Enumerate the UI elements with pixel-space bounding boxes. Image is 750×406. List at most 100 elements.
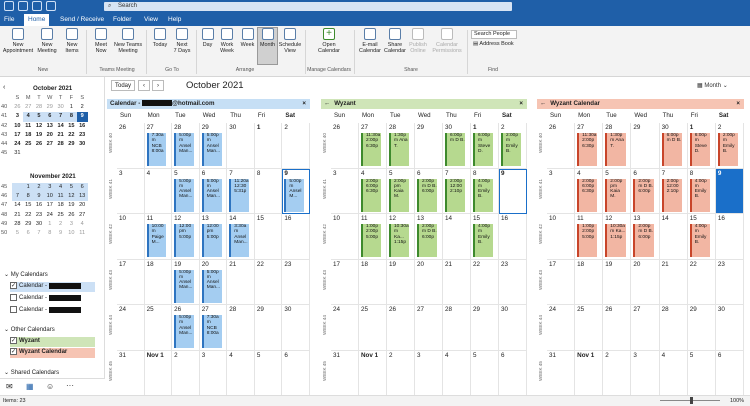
day-cell[interactable]: 21 — [227, 259, 255, 305]
day-cell[interactable]: 23 — [715, 259, 744, 305]
mini-day[interactable]: 14 — [55, 122, 66, 131]
calendar-event[interactable]: 4:00p m Emily B. — [473, 178, 494, 212]
day-cell[interactable]: 2 — [603, 350, 632, 396]
other-calendars-group[interactable]: ⌄ Other Calendars — [4, 326, 104, 336]
mini-day[interactable]: 4 — [77, 220, 88, 229]
day-cell[interactable]: Nov 1 — [575, 350, 604, 396]
mini-day[interactable]: 10 — [44, 192, 56, 202]
day-cell[interactable]: 27 — [415, 305, 443, 351]
day-cell[interactable]: 5 — [254, 350, 283, 396]
day-cell[interactable]: 22 — [687, 259, 716, 305]
mini-day[interactable]: 9 — [33, 192, 45, 202]
next-7-days-button[interactable]: Next 7 Days — [171, 28, 193, 54]
day-cell[interactable]: 2 — [387, 350, 415, 396]
day-cell[interactable]: 3 — [547, 168, 576, 214]
day-cell[interactable]: 23 — [499, 259, 527, 305]
new-appointment-button[interactable]: New Appointment — [2, 28, 34, 54]
day-cell[interactable]: 14 — [443, 214, 471, 260]
calendar-event[interactable]: 5:00p m Ansel Man... — [174, 269, 194, 303]
calendar-event[interactable]: 5:00p m Ansel Man... — [174, 133, 194, 166]
calendar-event[interactable]: 5:00p m Ansel Man... — [174, 315, 194, 348]
mini-day[interactable]: 5 — [33, 112, 45, 122]
day-cell[interactable]: 6 — [282, 350, 310, 396]
calendar-event[interactable]: 6:00p m Steve D. — [473, 133, 494, 166]
calendar-event[interactable]: 11:20a 12:30 5:31p — [229, 178, 250, 212]
mini-day[interactable]: 11 — [77, 229, 88, 238]
mini-day[interactable]: 6 — [76, 183, 88, 193]
day-cell[interactable]: 4 — [443, 350, 471, 396]
calendar-item-3[interactable]: Calendar - — [10, 306, 95, 316]
day-cell[interactable]: 18 — [359, 259, 387, 305]
mini-day[interactable]: 15 — [23, 201, 34, 210]
calendar-event[interactable]: 2:00p m Emily B. — [501, 133, 522, 166]
day-cell[interactable]: 1 — [254, 123, 283, 169]
mini-day[interactable]: 16 — [34, 201, 45, 210]
day-cell[interactable]: 18 — [144, 259, 173, 305]
day-cell[interactable]: 22 — [254, 259, 283, 305]
calendar-event[interactable]: 10:30a m Ka... 1:15p — [389, 224, 410, 257]
calendar-event[interactable]: 5:00p m Ansel Man... — [201, 133, 222, 166]
mini-day[interactable]: 29 — [66, 140, 77, 149]
day-cell[interactable]: 20 — [631, 259, 660, 305]
mini-day[interactable]: 24 — [12, 140, 23, 149]
day-cell[interactable]: 15 — [254, 214, 283, 260]
day-cell[interactable]: 30 — [499, 305, 527, 351]
mini-day[interactable]: 2 — [55, 220, 66, 229]
day-cell[interactable]: 2 — [172, 350, 200, 396]
mini-day[interactable]: 17 — [12, 131, 23, 140]
mini-day[interactable]: 8 — [65, 112, 77, 122]
day-cell[interactable]: 23 — [282, 259, 310, 305]
outlook-today-icon[interactable] — [46, 1, 56, 11]
day-cell[interactable]: 29 — [415, 123, 443, 169]
day-cell[interactable]: 17 — [547, 259, 576, 305]
day-cell[interactable]: 25 — [359, 305, 387, 351]
day-cell[interactable]: 22 — [471, 259, 499, 305]
day-cell[interactable]: 10 — [331, 214, 359, 260]
checkbox-checked[interactable]: ✓ — [10, 337, 17, 344]
day-cell[interactable]: 17 — [117, 259, 145, 305]
new-items-button[interactable]: New Items — [61, 28, 83, 54]
checkbox[interactable] — [10, 306, 17, 313]
day-cell[interactable]: Nov 1 — [359, 350, 387, 396]
day-cell[interactable]: 2 — [282, 123, 310, 169]
mini-day[interactable]: 3 — [44, 183, 56, 193]
mini-day[interactable]: 27 — [44, 140, 55, 149]
calendar-event[interactable]: 2:00p 12:00 2:10p — [445, 178, 466, 212]
mini-day[interactable]: 20 — [44, 131, 55, 140]
calendar-event[interactable]: 11:30a 2:00p 6:30p — [577, 133, 598, 166]
calendar-event[interactable]: 2:00p pm Kaia M. — [389, 178, 410, 212]
calendar-event[interactable]: 6:00p m D B. — [445, 133, 466, 166]
day-cell[interactable]: 29 — [631, 123, 660, 169]
day-cell[interactable]: 28 — [443, 305, 471, 351]
work-week-button[interactable]: Work Week — [217, 28, 237, 54]
email-calendar-button[interactable]: E-mail Calendar — [358, 28, 382, 54]
day-cell[interactable]: 30 — [715, 305, 744, 351]
calendar-event[interactable]: 3:30a m Ansel Man... — [229, 224, 250, 257]
calendar-event[interactable]: 2:00p m D B. 6:00p — [417, 224, 438, 257]
mini-day[interactable]: 15 — [66, 122, 77, 131]
mini-day[interactable]: 28 — [34, 103, 45, 112]
checkbox-checked[interactable]: ✓ — [10, 348, 17, 355]
meet-now-button[interactable]: Meet Now — [91, 28, 111, 54]
mini-day[interactable]: 26 — [34, 140, 45, 149]
today-ribbon-button[interactable]: Today — [150, 28, 170, 48]
day-cell[interactable]: 19 — [387, 259, 415, 305]
mini-day[interactable]: 12 — [65, 192, 77, 202]
day-cell[interactable]: 31 — [117, 350, 145, 396]
day-cell[interactable]: 17 — [331, 259, 359, 305]
day-cell[interactable]: 3 — [331, 168, 359, 214]
schedule-view-button[interactable]: Schedule View — [278, 28, 302, 54]
my-calendars-group[interactable]: ⌄ My Calendars — [4, 271, 104, 281]
mini-day[interactable]: 27 — [77, 211, 88, 220]
mini-day[interactable]: 25 — [55, 211, 66, 220]
mini-day[interactable]: 19 — [34, 131, 45, 140]
mini-day[interactable]: 26 — [66, 211, 77, 220]
day-cell[interactable]: 19 — [603, 259, 632, 305]
calendar-event[interactable]: 7:30a m NCB 8:00a — [146, 133, 167, 166]
mini-day-today[interactable]: 9 — [76, 112, 88, 122]
mini-day[interactable]: 23 — [77, 131, 88, 140]
day-cell[interactable]: 16 — [715, 214, 744, 260]
mini-day[interactable]: 29 — [44, 103, 55, 112]
mini-day[interactable]: 24 — [44, 211, 55, 220]
week-view-button[interactable]: Week — [238, 28, 257, 48]
